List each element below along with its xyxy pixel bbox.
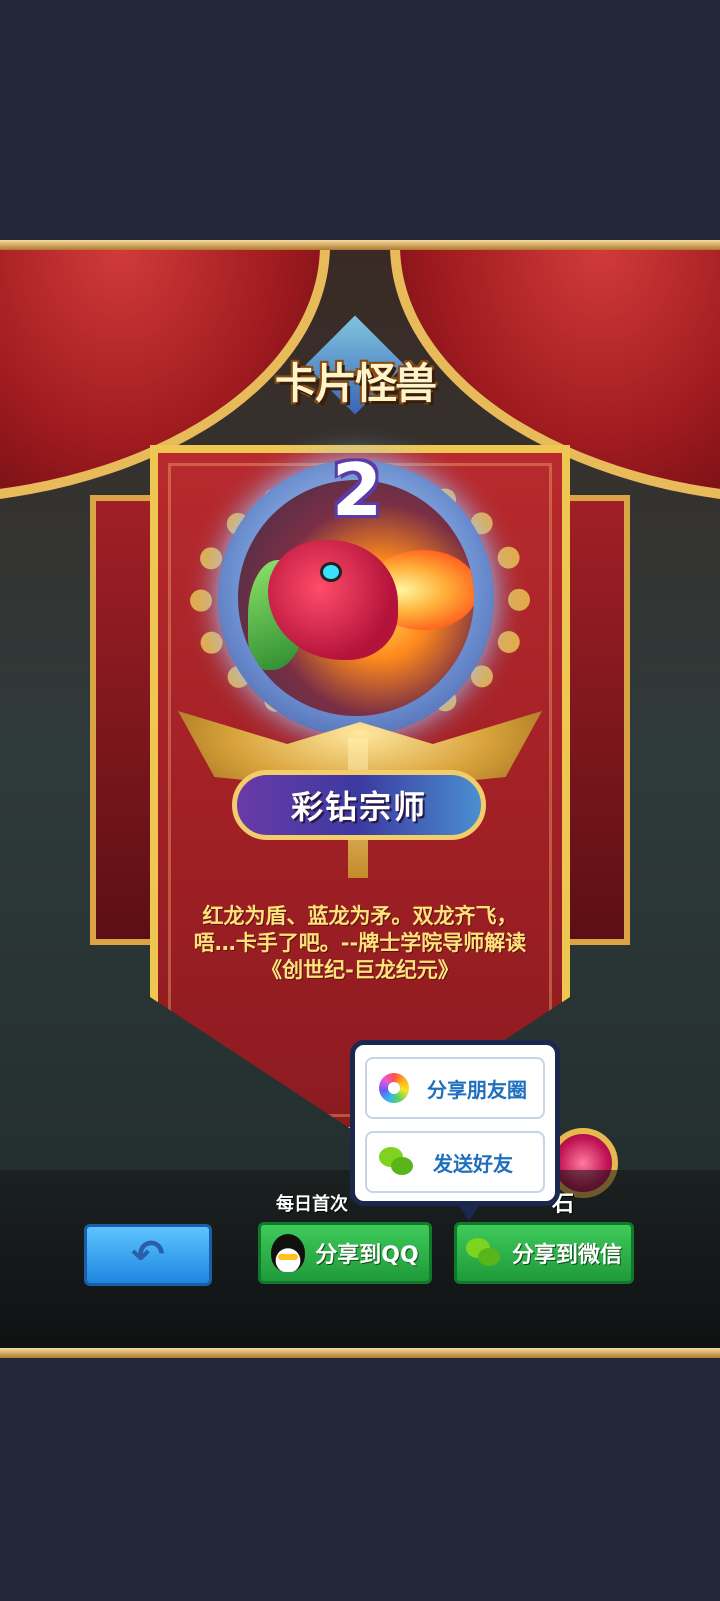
daily-reward-text: 每日首次 <box>276 1194 348 1215</box>
wechat-share-popup: 分享朋友圈 发送好友 <box>350 1040 560 1221</box>
send-friend-label: 发送好友 <box>433 1151 513 1176</box>
dragon-eye <box>323 565 339 579</box>
rank-description: 红龙为盾、蓝龙为矛。双龙齐飞，唔…卡手了吧。--牌士学院导师解读《创世纪-巨龙纪… <box>193 904 527 982</box>
share-qq-button[interactable]: 分享到QQ <box>258 1222 432 1284</box>
qq-penguin-icon <box>271 1234 306 1272</box>
wechat-icon <box>465 1238 502 1268</box>
back-arrow-icon: ↶ <box>131 1232 165 1278</box>
share-moments-button[interactable]: 分享朋友圈 <box>365 1057 545 1119</box>
frame-bottom-border <box>0 1348 720 1358</box>
side-banner-left <box>90 495 160 945</box>
share-qq-label: 分享到QQ <box>315 1243 419 1268</box>
moments-icon <box>379 1073 409 1103</box>
game-stage: 卡片怪兽 2 彩钻宗师 红龙为盾、蓝龙为矛。双龙齐飞，唔…卡手了吧。--牌士学院… <box>0 0 720 1601</box>
game-logo: 卡片怪兽 <box>274 358 437 408</box>
back-button[interactable]: ↶ <box>84 1224 212 1286</box>
rank-title: 彩钻宗师 <box>290 788 427 826</box>
share-wechat-label: 分享到微信 <box>511 1243 622 1268</box>
wechat-icon <box>379 1147 415 1177</box>
share-moments-label: 分享朋友圈 <box>427 1077 527 1102</box>
frame-top-border <box>0 240 720 250</box>
rank-number: 2 <box>331 448 383 532</box>
share-wechat-button[interactable]: 分享到微信 <box>454 1222 634 1284</box>
rank-plate: 彩钻宗师 <box>232 770 486 840</box>
send-friend-button[interactable]: 发送好友 <box>365 1131 545 1193</box>
side-banner-right <box>560 495 630 945</box>
